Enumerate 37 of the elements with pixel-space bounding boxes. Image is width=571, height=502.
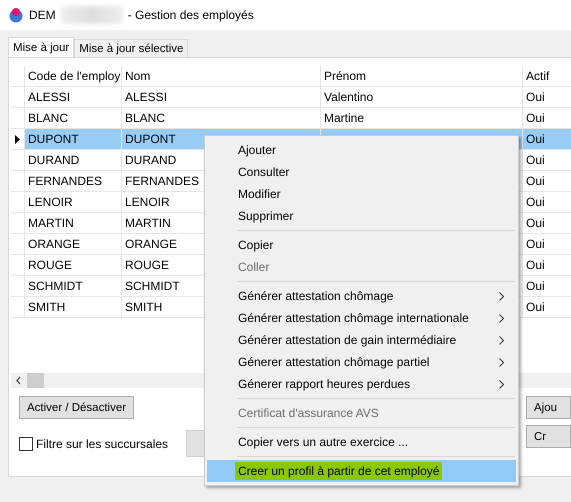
table-cell: ALESSI: [25, 87, 122, 107]
menu-item-label: Copier vers un autre exercice ...: [237, 434, 410, 451]
menu-item-label: Copier: [237, 237, 274, 254]
table-cell: ROUGE: [25, 255, 122, 275]
table-cell: Martine: [321, 108, 523, 128]
table-cell: Oui: [523, 171, 571, 191]
table-cell: ORANGE: [25, 234, 122, 254]
table-cell: BLANC: [122, 108, 321, 128]
table-cell: Oui: [523, 297, 571, 317]
menu-item-label: Creer un profil à partir de cet employé: [235, 462, 442, 480]
table-cell: DUPONT: [25, 129, 122, 149]
table-cell: MARTIN: [25, 213, 122, 233]
table-cell: BLANC: [25, 108, 122, 128]
table-cell: LENOIR: [25, 192, 122, 212]
table-cell: Oui: [523, 192, 571, 212]
table-cell: Oui: [523, 255, 571, 275]
table-cell: Valentino: [321, 87, 523, 107]
table-cell: Oui: [523, 108, 571, 128]
menu-item-label: Certificat d'assurance AVS: [237, 405, 380, 422]
table-cell: Oui: [523, 234, 571, 254]
table-cell: Oui: [523, 87, 571, 107]
table-cell: SMITH: [25, 297, 122, 317]
table-cell: Oui: [523, 150, 571, 170]
table-cell: Oui: [523, 213, 571, 233]
menu-item-label: Coller: [237, 259, 270, 276]
table-cell: ALESSI: [122, 87, 321, 107]
table-cell: DURAND: [25, 150, 122, 170]
table-cell: FERNANDES: [25, 171, 122, 191]
menu-item-label: Génerer attestation chômage partiel: [237, 354, 430, 371]
table-cell: Oui: [523, 276, 571, 296]
window-title: - Gestion des employés: [128, 8, 254, 22]
menu-item-label: Générer attestation de gain intermédiaire: [237, 332, 458, 349]
table-cell: Oui: [523, 129, 571, 149]
table-cell: SCHMIDT: [25, 276, 122, 296]
menu-item-label: Génerer rapport heures perdues: [237, 376, 412, 393]
checkbox-label: Filtre sur les succursales: [36, 436, 168, 450]
window-title: DEM: [29, 8, 56, 22]
